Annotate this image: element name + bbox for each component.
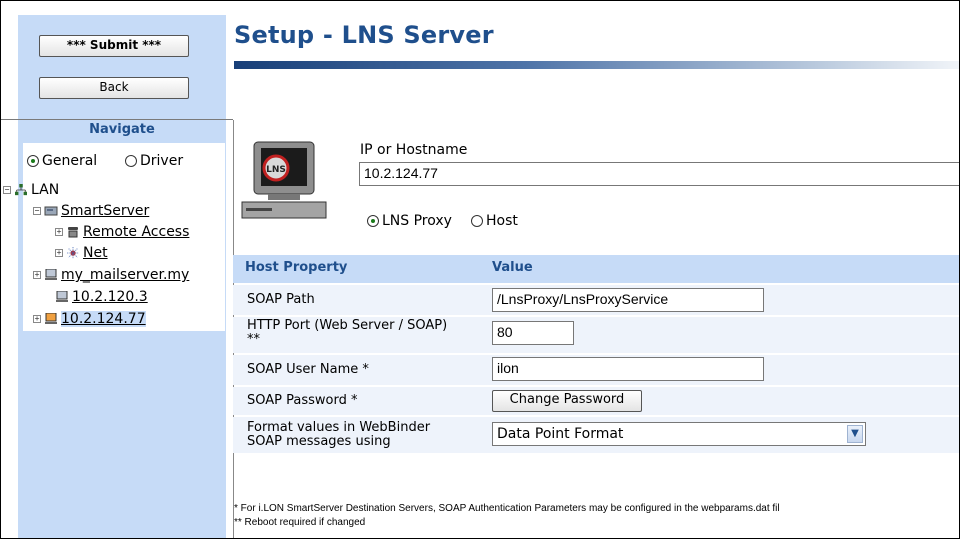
ip-hostname-label: IP or Hostname [360,142,468,158]
back-button[interactable]: Back [39,77,189,99]
http-port-label-line2: ** [247,332,260,347]
radio-selected-icon[interactable] [27,155,39,167]
expand-icon[interactable]: + [33,315,41,323]
ip-hostname-input[interactable]: 10.2.124.77 [359,162,959,186]
http-port-label-line1: HTTP Port (Web Server / SOAP) [247,318,448,333]
tree-item-smartserver[interactable]: − SmartServer [33,203,149,219]
tree-item-remote-access-label[interactable]: Remote Access [83,224,189,240]
submit-button[interactable]: *** Submit *** [39,35,189,57]
http-port-input[interactable]: 80 [492,321,574,345]
expand-icon[interactable]: + [33,271,41,279]
computer-icon [56,291,68,302]
radio-unselected-icon[interactable] [471,215,483,227]
phone-icon [68,227,78,238]
tree-item-ip-2[interactable]: + 10.2.124.77 [33,311,146,327]
server-icon [44,206,58,216]
tree-item-ip-1-label[interactable]: 10.2.120.3 [72,289,148,305]
type-host-label: Host [486,213,518,229]
nav-mode-driver[interactable]: Driver [125,153,183,169]
page-title: Setup - LNS Server [234,21,494,49]
soap-user-input[interactable]: ilon [492,357,764,381]
tree-item-net-label[interactable]: Net [83,245,108,261]
network-icon [15,184,27,196]
format-select-value: Data Point Format [497,426,624,442]
chevron-down-icon[interactable]: ▼ [847,425,863,443]
type-host[interactable]: Host [471,213,518,229]
net-icon [67,247,79,259]
tree-item-mailserver-label[interactable]: my_mailserver.my [61,267,189,283]
nav-mode-general-label: General [42,153,98,169]
nav-mode-driver-label: Driver [140,153,184,169]
page-frame: *** Submit *** Back Setup - LNS Server N… [0,0,960,539]
soap-password-label: SOAP Password * [247,393,358,408]
radio-unselected-icon[interactable] [125,155,137,167]
format-label-line1: Format values in WebBinder [247,420,431,435]
lns-logo-text: LNS [266,165,286,175]
format-label: Format values in WebBinder SOAP messages… [247,421,430,449]
footnote-auth: * For i.LON SmartServer Destination Serv… [234,503,780,514]
soap-path-label: SOAP Path [247,292,315,307]
tree-item-net[interactable]: + Net [55,245,108,261]
type-lns-proxy[interactable]: LNS Proxy [367,213,452,229]
tree-item-remote-access[interactable]: + Remote Access [55,224,189,240]
format-label-line2: SOAP messages using [247,434,391,449]
computer-icon [45,313,57,324]
tree-item-lan-label: LAN [31,182,60,198]
col-header-property: Host Property [245,260,348,275]
tree-item-mailserver[interactable]: + my_mailserver.my [33,267,189,283]
tree-item-lan[interactable]: − LAN [3,182,59,198]
footnote-reboot: ** Reboot required if changed [234,517,366,528]
lns-computer-icon: LNS [241,141,327,219]
tree-item-ip-2-label[interactable]: 10.2.124.77 [61,311,146,327]
type-lns-proxy-label: LNS Proxy [382,213,452,229]
collapse-icon[interactable]: − [33,207,41,215]
change-password-button[interactable]: Change Password [492,390,642,412]
col-header-value: Value [492,260,533,275]
format-select[interactable]: Data Point Format ▼ [492,422,866,446]
tree-item-smartserver-label[interactable]: SmartServer [61,203,149,219]
title-gradient-bar [234,61,959,69]
nav-mode-general[interactable]: General [27,153,97,169]
action-panel: *** Submit *** Back [18,15,226,119]
collapse-icon[interactable]: − [3,186,11,194]
radio-selected-icon[interactable] [367,215,379,227]
computer-icon [45,269,57,280]
nav-heading: Navigate [89,122,155,137]
expand-icon[interactable]: + [55,249,63,257]
expand-icon[interactable]: + [55,228,63,236]
http-port-label: HTTP Port (Web Server / SOAP) ** [247,319,447,347]
soap-path-input[interactable]: /LnsProxy/LnsProxyService [492,288,764,312]
tree-item-ip-1[interactable]: 10.2.120.3 [55,289,148,305]
soap-user-label: SOAP User Name * [247,362,369,377]
